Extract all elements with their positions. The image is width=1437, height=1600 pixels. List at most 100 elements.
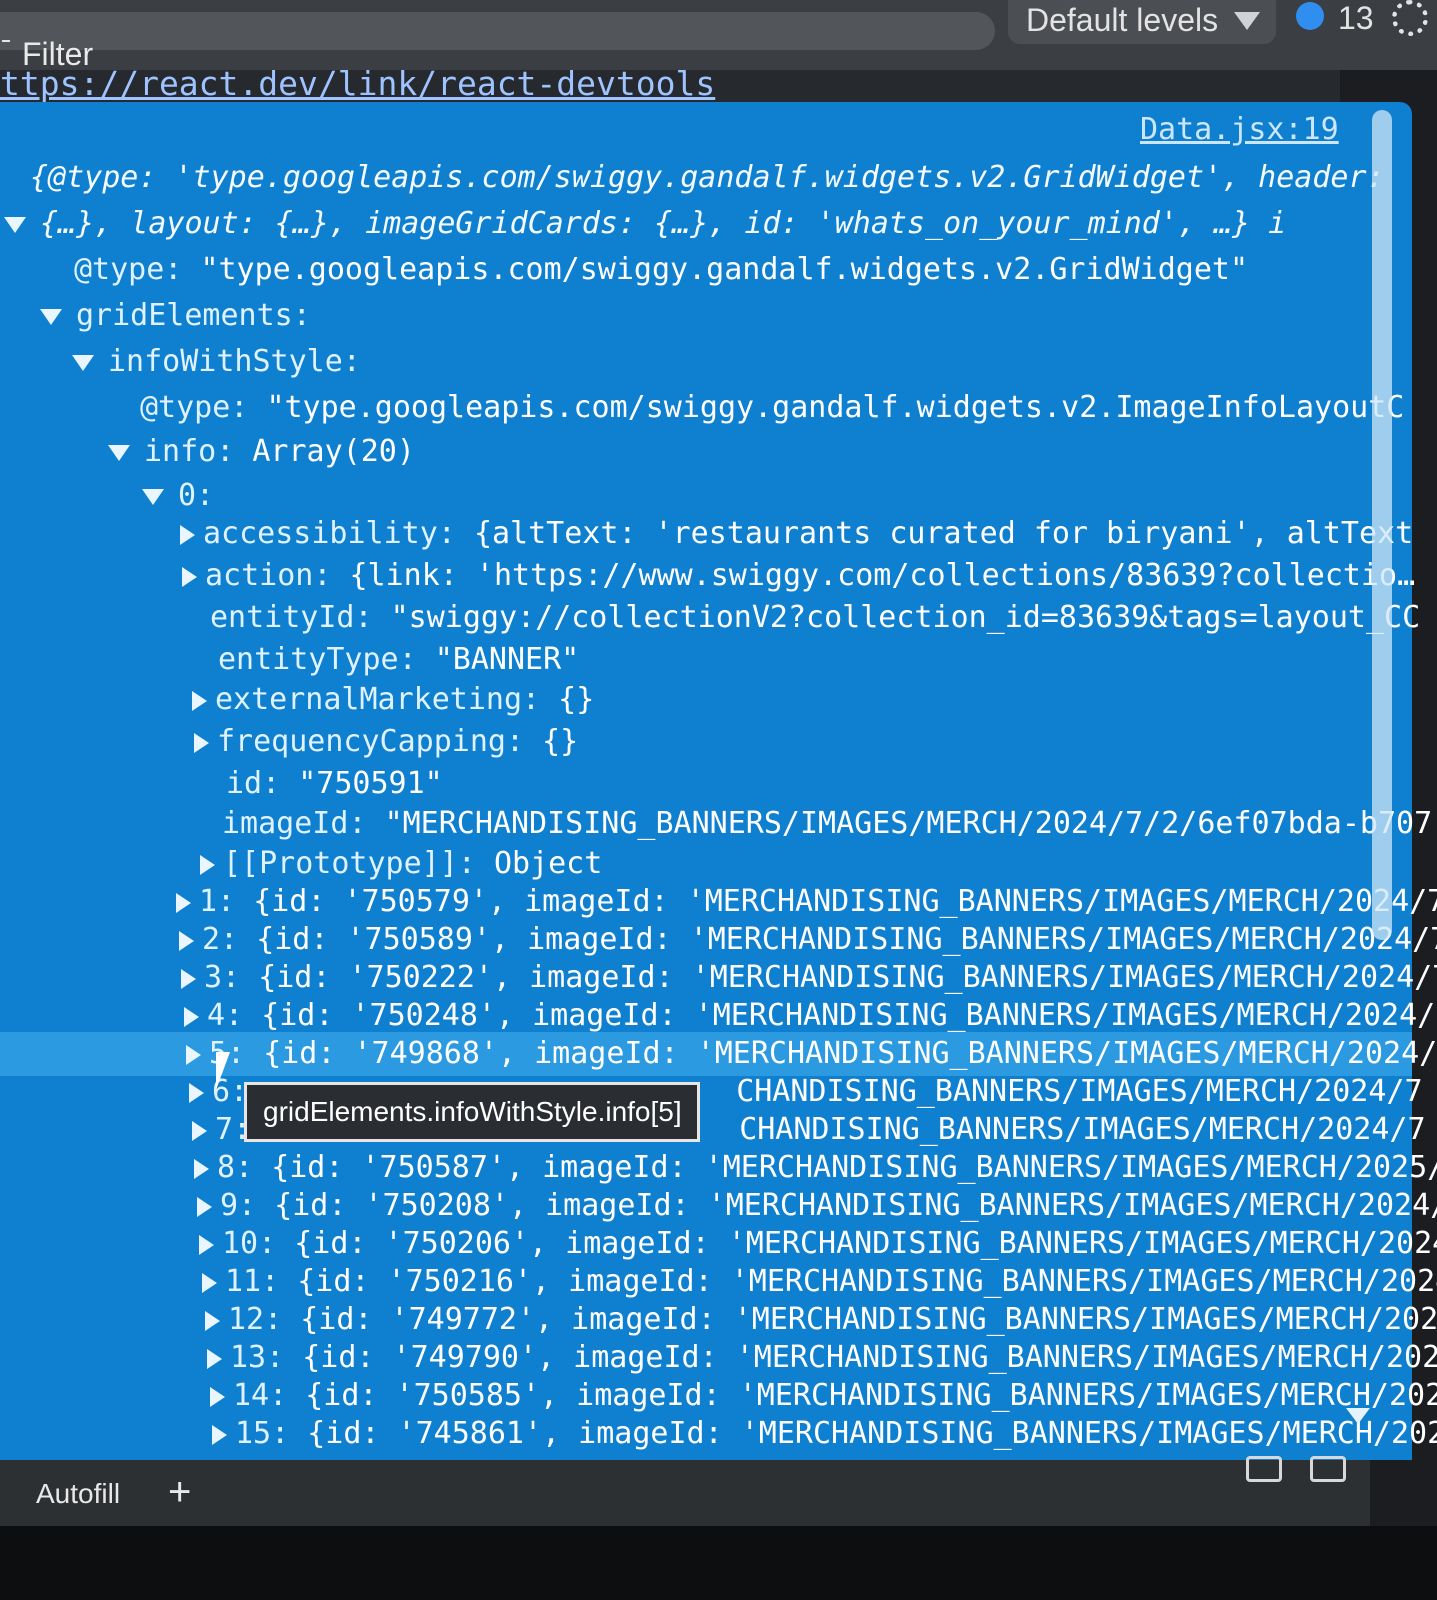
property-value: "BANNER" — [434, 642, 580, 677]
array-index: 11: — [225, 1264, 280, 1299]
array-index: 12: — [228, 1302, 283, 1337]
array-item-10[interactable]: 10: {id: '750206', imageId: 'MERCHANDISI… — [199, 1226, 1437, 1261]
expand-arrow-icon[interactable] — [181, 968, 196, 989]
grid-elements-node[interactable]: gridElements: — [40, 298, 311, 333]
issues-count[interactable]: 13 — [1338, 0, 1374, 37]
array-item-preview: CHANDISING_BANNERS/IMAGES/MERCH/2024/7 — [739, 1112, 1426, 1147]
object-summary-line1[interactable]: {@type: 'type.googleapis.com/swiggy.gand… — [30, 160, 1385, 195]
react-devtools-link[interactable]: ttps://react.dev/link/react-devtools — [0, 64, 715, 103]
expand-arrow-icon[interactable] — [212, 1424, 227, 1445]
info-array-node[interactable]: info: Array(20) — [108, 434, 415, 469]
array-item-preview: {id: '745861', imageId: 'MERCHANDISING_B… — [307, 1416, 1437, 1451]
expand-arrow-icon[interactable] — [210, 1386, 225, 1407]
expand-arrow-icon[interactable] — [202, 1272, 217, 1293]
array-index: 2: — [202, 922, 239, 957]
message-icon[interactable] — [1296, 2, 1324, 30]
array-item-4[interactable]: 4: {id: '750248', imageId: 'MERCHANDISIN… — [184, 998, 1437, 1033]
array-item-preview: CHANDISING_BANNERS/IMAGES/MERCH/2024/7 — [736, 1074, 1423, 1109]
item-0-node[interactable]: 0: — [142, 478, 214, 513]
expand-arrow-icon[interactable] — [176, 892, 191, 913]
expand-arrow-icon[interactable] — [192, 690, 207, 711]
item-0-property[interactable]: action: {link: 'https://www.swiggy.com/c… — [182, 558, 1415, 593]
property-key: accessibility: — [203, 516, 456, 551]
array-index: 4: — [207, 998, 244, 1033]
expand-arrow-icon[interactable] — [192, 1120, 207, 1141]
array-item-preview: {id: '749790', imageId: 'MERCHANDISING_B… — [302, 1340, 1437, 1375]
item-0-property[interactable]: [[Prototype]]: Object — [200, 846, 602, 881]
expand-arrow-icon[interactable] — [182, 566, 197, 587]
info-with-style-node[interactable]: infoWithStyle: — [72, 344, 361, 379]
array-index: 10: — [222, 1226, 277, 1261]
expand-arrow-icon[interactable] — [180, 524, 195, 545]
array-item-12[interactable]: 12: {id: '749772', imageId: 'MERCHANDISI… — [205, 1302, 1437, 1337]
array-item-15[interactable]: 15: {id: '745861', imageId: 'MERCHANDISI… — [212, 1416, 1437, 1451]
plus-icon[interactable]: + — [168, 1470, 191, 1515]
collapse-arrow-icon[interactable] — [72, 354, 94, 371]
collapse-arrow-icon[interactable] — [108, 444, 130, 461]
array-item-preview: {id: '750579', imageId: 'MERCHANDISING_B… — [253, 884, 1437, 919]
property-value: {} — [542, 724, 579, 759]
undock-icon[interactable] — [1310, 1456, 1346, 1482]
array-index: 9: — [220, 1188, 257, 1223]
array-index: 15: — [235, 1416, 290, 1451]
expand-arrow-icon[interactable] — [194, 1158, 209, 1179]
array-item-preview: {id: '749868', imageId: 'MERCHANDISING_B… — [263, 1036, 1437, 1071]
expand-arrow-icon[interactable] — [207, 1348, 222, 1369]
collapse-arrow-icon[interactable] — [142, 488, 164, 505]
mouse-cursor-icon — [216, 1052, 230, 1090]
item-0-property: entityId: "swiggy://collectionV2?collect… — [210, 600, 1420, 635]
filter-input[interactable] — [0, 12, 995, 50]
array-item-13[interactable]: 13: {id: '749790', imageId: 'MERCHANDISI… — [207, 1340, 1437, 1375]
array-item-1[interactable]: 1: {id: '750579', imageId: 'MERCHANDISIN… — [176, 884, 1437, 919]
property-value: Object — [493, 846, 603, 881]
expand-arrow-icon[interactable] — [186, 1044, 201, 1065]
property-key: entityType: — [218, 642, 417, 677]
array-item-2[interactable]: 2: {id: '750589', imageId: 'MERCHANDISIN… — [179, 922, 1437, 957]
drawer-bar — [0, 1460, 1370, 1526]
object-summary-row[interactable]: {…}, layout: {…}, imageGridCards: {…}, i… — [4, 206, 1286, 241]
item-0-property: imageId: "MERCHANDISING_BANNERS/IMAGES/M… — [222, 806, 1432, 841]
item-0-property: entityType: "BANNER" — [218, 642, 579, 677]
array-item-11[interactable]: 11: {id: '750216', imageId: 'MERCHANDISI… — [202, 1264, 1437, 1299]
property-key: id: — [226, 766, 281, 801]
autofill-tab[interactable]: Autofill — [36, 1478, 120, 1510]
array-item-preview: {id: '750216', imageId: 'MERCHANDISING_B… — [297, 1264, 1437, 1299]
log-levels-dropdown[interactable]: Default levels — [1008, 0, 1276, 44]
expand-arrow-icon[interactable] — [205, 1310, 220, 1331]
item-0-property[interactable]: frequencyCapping: {} — [194, 724, 578, 759]
gear-icon[interactable] — [1392, 0, 1428, 36]
item-0-property[interactable]: externalMarketing: {} — [192, 682, 594, 717]
monitor-bezel — [0, 1526, 1437, 1600]
scrollbar-thumb[interactable] — [1372, 110, 1392, 940]
property-value: {altText: 'restaurants curated for birya… — [473, 516, 1414, 551]
source-location-link[interactable]: Data.jsx:19 — [1140, 112, 1339, 147]
item-0-property[interactable]: accessibility: {altText: 'restaurants cu… — [180, 516, 1413, 551]
array-item-preview: {id: '750206', imageId: 'MERCHANDISING_B… — [294, 1226, 1437, 1261]
property-key: externalMarketing: — [215, 682, 541, 717]
expand-arrow-icon[interactable] — [179, 930, 194, 951]
scroll-down-icon[interactable] — [1346, 1408, 1370, 1424]
array-item-5[interactable]: 5: {id: '749868', imageId: 'MERCHANDISIN… — [186, 1036, 1437, 1071]
expand-arrow-icon[interactable] — [184, 1006, 199, 1027]
expand-arrow-icon[interactable] — [197, 1196, 212, 1217]
property-key: frequencyCapping: — [217, 724, 525, 759]
chevron-down-icon — [1234, 12, 1260, 30]
property-key: entityId: — [210, 600, 373, 635]
array-item-preview: {id: '749772', imageId: 'MERCHANDISING_B… — [300, 1302, 1437, 1337]
array-item-8[interactable]: 8: {id: '750587', imageId: 'MERCHANDISIN… — [194, 1150, 1437, 1185]
expand-arrow-icon[interactable] — [189, 1082, 204, 1103]
expand-arrow-icon[interactable] — [200, 854, 215, 875]
collapse-arrow-icon[interactable] — [40, 308, 62, 325]
property-value: "swiggy://collectionV2?collection_id=836… — [390, 600, 1421, 635]
array-item-9[interactable]: 9: {id: '750208', imageId: 'MERCHANDISIN… — [197, 1188, 1437, 1223]
property-path-tooltip: gridElements.infoWithStyle.info[5] — [244, 1082, 700, 1142]
array-item-3[interactable]: 3: {id: '750222', imageId: 'MERCHANDISIN… — [181, 960, 1437, 995]
collapse-arrow-icon[interactable] — [4, 216, 26, 233]
array-item-preview: {id: '750222', imageId: 'MERCHANDISING_B… — [258, 960, 1437, 995]
array-item-preview: {id: '750208', imageId: 'MERCHANDISING_B… — [274, 1188, 1437, 1223]
dock-icon[interactable] — [1246, 1456, 1282, 1482]
expand-arrow-icon[interactable] — [194, 732, 209, 753]
expand-arrow-icon[interactable] — [199, 1234, 214, 1255]
property-value: {} — [558, 682, 595, 717]
array-item-14[interactable]: 14: {id: '750585', imageId: 'MERCHANDISI… — [210, 1378, 1437, 1413]
